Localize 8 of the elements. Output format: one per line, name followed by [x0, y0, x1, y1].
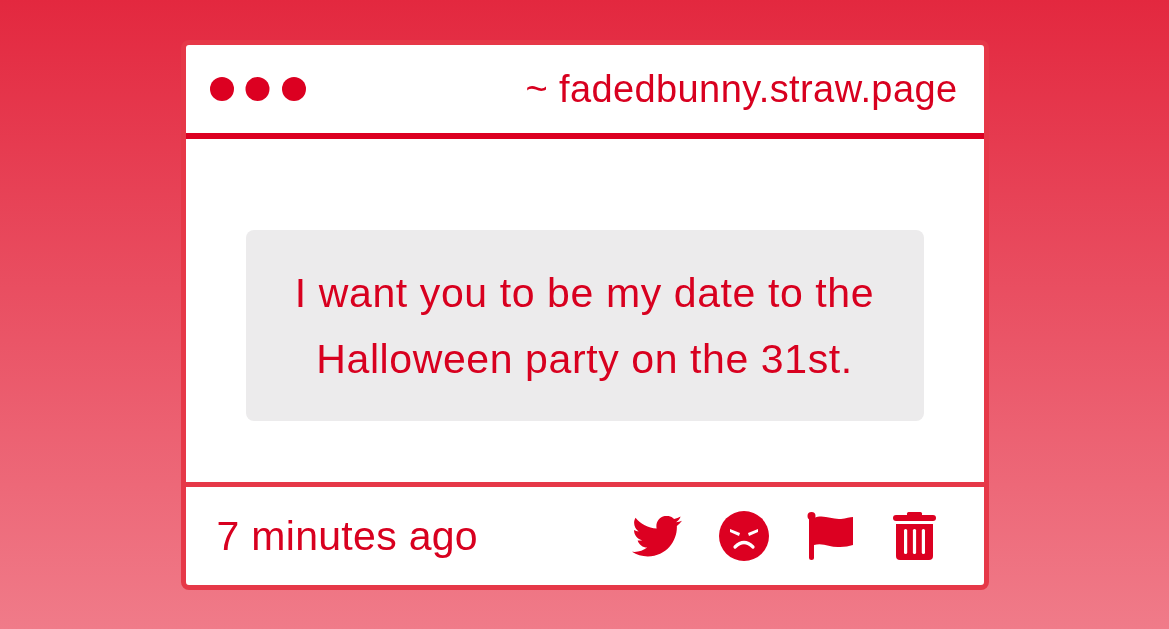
- timestamp: 7 minutes ago: [216, 512, 478, 560]
- message-text: I want you to be my date to the Halloween party on the 31st.: [293, 268, 876, 384]
- page-address: ~ fadedbunny.straw.page: [525, 67, 958, 111]
- dots-icon: [209, 77, 306, 101]
- angry-face-icon[interactable]: [718, 511, 769, 561]
- bird-icon[interactable]: [631, 515, 682, 557]
- flag-icon[interactable]: [805, 511, 856, 561]
- trash-icon[interactable]: [892, 512, 936, 560]
